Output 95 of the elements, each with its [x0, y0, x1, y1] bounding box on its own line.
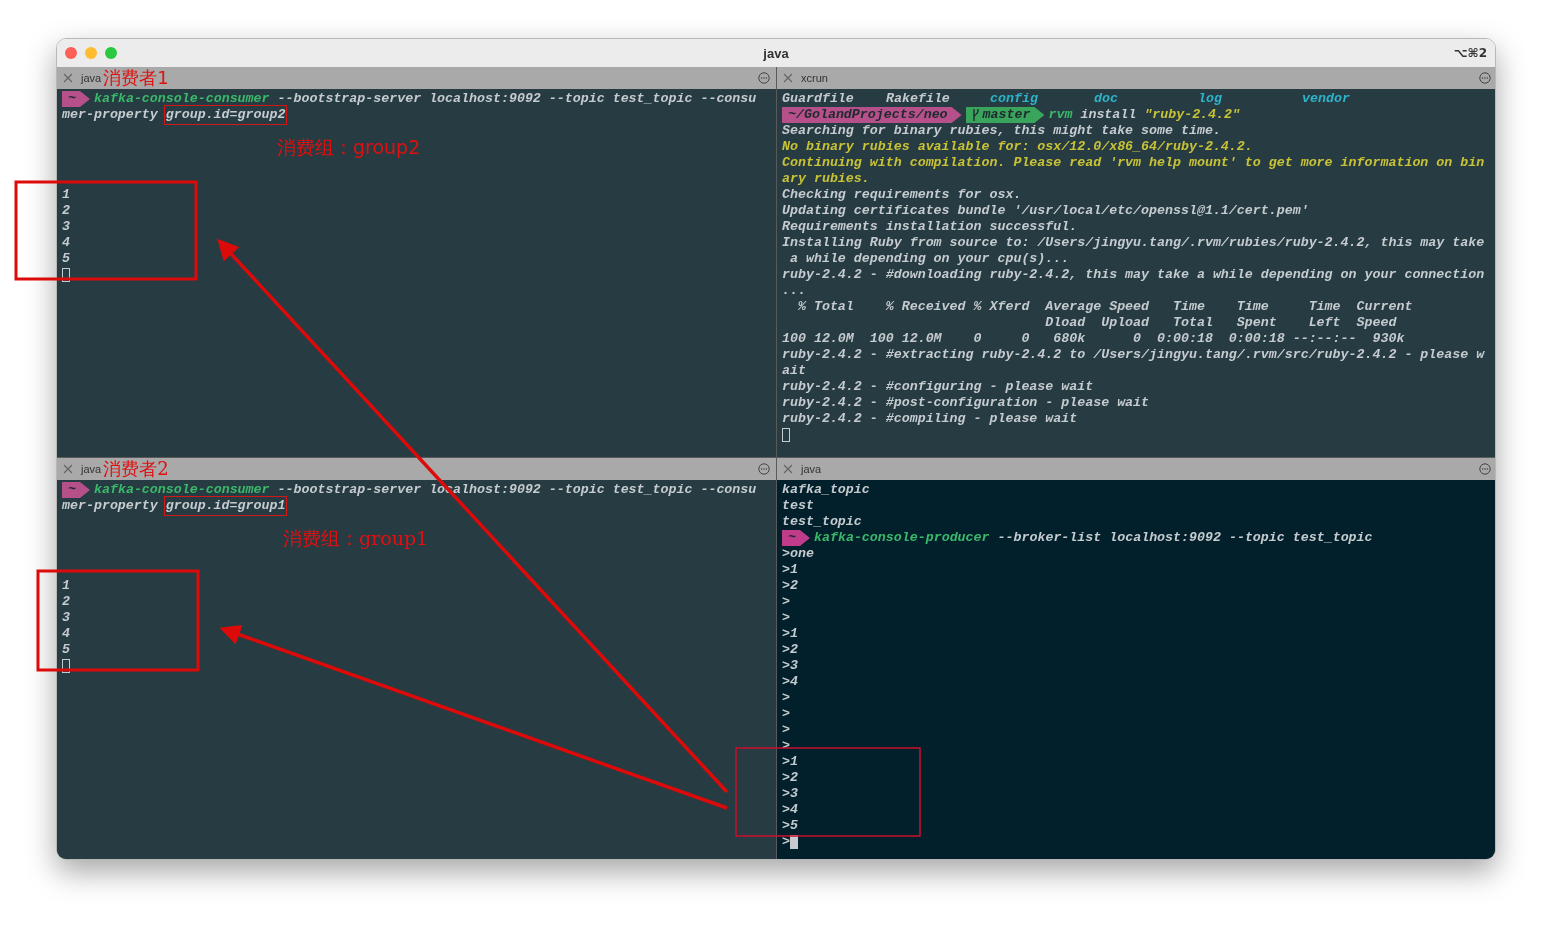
prompt-segment: ~: [62, 482, 90, 498]
pane-title: java: [801, 463, 822, 475]
output-text: kafka_topic: [782, 482, 870, 498]
output-text: ruby-2.4.2 - #configuring - please wait: [782, 379, 1094, 395]
output-text: test_topic: [782, 514, 862, 530]
warning-text: Continuing with compilation. Please read 'rvm help mount' to get more information on bin: [782, 155, 1485, 171]
directory-name: doc: [1094, 91, 1118, 106]
directory-name: log: [1198, 91, 1222, 106]
pane-title: java: [81, 72, 102, 84]
more-icon[interactable]: [758, 72, 770, 84]
pane-title: xcrun: [801, 72, 828, 84]
output-text: ruby-2.4.2 - #compiling - please wait: [782, 411, 1078, 427]
branch-icon: [971, 109, 980, 121]
annotation-label: 消费组：group1: [283, 526, 429, 551]
annotation-label: 消费者1: [103, 68, 169, 88]
output-text: 3: [62, 219, 70, 235]
output-text: 5: [62, 251, 70, 267]
prompt-segment: master: [965, 107, 1045, 123]
output-text: >5: [782, 818, 798, 834]
close-button[interactable]: [65, 47, 77, 59]
output-text: 4: [62, 235, 70, 251]
output-text: >3: [782, 786, 798, 802]
output-text: Rakefile: [886, 91, 950, 106]
output-text: a while depending on your cpu(s)...: [788, 251, 1070, 267]
output-text: >: [782, 706, 790, 722]
output-text: >: [782, 722, 790, 738]
output-text: --bootstrap-server localhost:9092 --topic test_topic --consu: [276, 91, 757, 107]
output-text: >4: [782, 802, 798, 818]
output-text: >1: [782, 562, 798, 578]
output-text: >4: [782, 674, 798, 690]
output-text: >1: [782, 626, 798, 642]
output-text: >: [782, 834, 790, 850]
output-text: ruby-2.4.2 - #post-configuration - please wait: [782, 395, 1150, 411]
output-text: 1: [62, 187, 70, 203]
output-text: mer-property: [62, 107, 159, 123]
output-text: >2: [782, 770, 798, 786]
directory-name: config: [990, 91, 1038, 106]
output-text: group.id=group1: [165, 498, 286, 514]
output-text: 100 12.0M 100 12.0M 0 0 680k 0 0:00:18 0:00:18 --:--:-- 930k: [782, 331, 1405, 347]
output-text: >: [782, 610, 790, 626]
output-text: 1: [62, 578, 70, 594]
output-text: test: [782, 498, 814, 514]
output-text: mer-property: [62, 498, 159, 514]
output-text: % Total % Received % Xferd Average Speed Time Time Time Current: [796, 299, 1413, 315]
close-icon[interactable]: [783, 73, 793, 83]
prompt-segment: ~: [782, 530, 810, 546]
shortcut-label: ⌥⌘2: [1453, 46, 1487, 60]
warning-text: No binary rubies available for: osx/12.0/x86_64/ruby-2.4.2.: [782, 139, 1253, 155]
prompt-segment: ~/GolandProjects/neo: [782, 107, 962, 123]
command-text: kafka-console-consumer: [94, 91, 270, 107]
output-text: >2: [782, 578, 798, 594]
window-title: java: [763, 45, 789, 61]
output-text: Updating certificates bundle '/usr/local/etc/openssl@1.1/cert.pem': [782, 203, 1309, 219]
output-text: Installing Ruby from source to: /Users/jingyu.tang/.rvm/rubies/ruby-2.4.2, this may take: [782, 235, 1485, 251]
output-text: ...: [782, 283, 806, 299]
output-text: >: [782, 594, 790, 610]
string-text: "ruby-2.4.2": [1144, 107, 1241, 123]
more-icon[interactable]: [758, 463, 770, 475]
output-text: install: [1079, 107, 1138, 123]
close-icon[interactable]: [63, 464, 73, 474]
annotation-label: 消费者2: [103, 459, 169, 479]
warning-text: ary rubies.: [782, 171, 870, 187]
more-icon[interactable]: [1479, 463, 1491, 475]
output-text: Searching for binary rubies, this might take some time.: [782, 123, 1221, 139]
minimize-button[interactable]: [85, 47, 97, 59]
output-text: >one: [782, 546, 814, 562]
output-text: >1: [782, 754, 798, 770]
output-text: --broker-list localhost:9092 --topic test_topic: [996, 530, 1373, 546]
close-icon[interactable]: [783, 464, 793, 474]
directory-name: vendor: [1302, 91, 1350, 106]
output-text: 4: [62, 626, 70, 642]
output-text: >: [782, 690, 790, 706]
output-text: Requirements installation successful.: [782, 219, 1078, 235]
output-text: 2: [62, 594, 70, 610]
zoom-button[interactable]: [105, 47, 117, 59]
output-text: Checking requirements for osx.: [782, 187, 1022, 203]
command-text: rvm: [1048, 107, 1073, 123]
command-text: kafka-console-producer: [814, 530, 990, 546]
output-text: >3: [782, 658, 798, 674]
output-text: ruby-2.4.2 - #downloading ruby-2.4.2, this may take a while depending on your connection: [782, 267, 1485, 283]
output-text: ait: [782, 363, 806, 379]
output-text: group.id=group2: [165, 107, 286, 123]
command-text: kafka-console-consumer: [94, 482, 270, 498]
output-text: >2: [782, 642, 798, 658]
close-icon[interactable]: [63, 73, 73, 83]
prompt-segment: ~: [62, 91, 90, 107]
annotation-label: 消费组：group2: [277, 135, 421, 160]
output-text: 2: [62, 203, 70, 219]
output-text: 5: [62, 642, 70, 658]
pane-title: java: [81, 463, 102, 475]
output-text: Guardfile: [782, 91, 854, 106]
more-icon[interactable]: [1479, 72, 1491, 84]
output-text: Dload Upload Total Spent Left Speed: [1044, 315, 1397, 331]
output-text: 3: [62, 610, 70, 626]
output-text: ruby-2.4.2 - #extracting ruby-2.4.2 to /Users/jingyu.tang/.rvm/src/ruby-2.4.2 - please w: [782, 347, 1485, 363]
